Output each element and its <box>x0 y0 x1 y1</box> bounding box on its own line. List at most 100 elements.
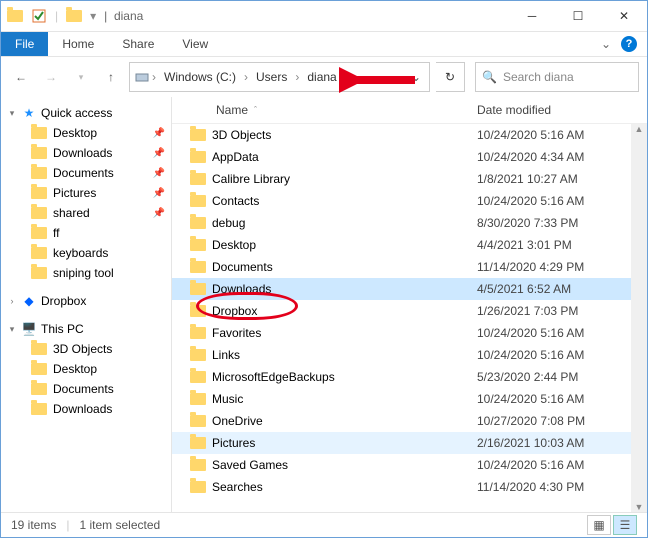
tab-view[interactable]: View <box>168 32 222 56</box>
minimize-button[interactable]: ─ <box>509 1 555 31</box>
folder-icon <box>31 341 47 357</box>
back-button[interactable]: ← <box>9 65 33 89</box>
file-row[interactable]: debug8/30/2020 7:33 PM <box>172 212 647 234</box>
chevron-down-icon[interactable]: ▾ <box>7 108 17 119</box>
recent-dropdown-icon[interactable]: ▾ <box>69 65 93 89</box>
file-row[interactable]: Contacts10/24/2020 5:16 AM <box>172 190 647 212</box>
file-row[interactable]: Favorites10/24/2020 5:16 AM <box>172 322 647 344</box>
folder-icon <box>31 145 47 161</box>
folder-icon <box>190 413 206 429</box>
help-icon[interactable]: ? <box>621 36 637 52</box>
sidebar-item[interactable]: Documents📌 <box>1 163 171 183</box>
file-list[interactable]: ▲▼ 3D Objects10/24/2020 5:16 AMAppData10… <box>172 124 647 512</box>
sidebar-item[interactable]: ff <box>1 223 171 243</box>
file-row[interactable]: Downloads4/5/2021 6:52 AM <box>172 278 647 300</box>
refresh-button[interactable]: ↻ <box>436 62 465 92</box>
file-row[interactable]: Searches11/14/2020 4:30 PM <box>172 476 647 498</box>
file-row[interactable]: Saved Games10/24/2020 5:16 AM <box>172 454 647 476</box>
file-name: Calibre Library <box>212 172 290 186</box>
file-name: Contacts <box>212 194 259 208</box>
folder-icon <box>31 401 47 417</box>
file-row[interactable]: Documents11/14/2020 4:29 PM <box>172 256 647 278</box>
file-date: 5/23/2020 2:44 PM <box>477 370 647 384</box>
chevron-right-icon[interactable]: › <box>152 70 156 84</box>
sidebar-quick-access[interactable]: ▾ ★ Quick access <box>1 103 171 123</box>
body: ▾ ★ Quick access Desktop📌Downloads📌Docum… <box>1 97 647 512</box>
file-row[interactable]: 3D Objects10/24/2020 5:16 AM <box>172 124 647 146</box>
file-name: debug <box>212 216 245 230</box>
folder-icon <box>31 185 47 201</box>
chevron-right-icon[interactable]: › <box>244 70 248 84</box>
sidebar-item[interactable]: Desktop <box>1 359 171 379</box>
file-date: 4/4/2021 3:01 PM <box>477 238 647 252</box>
sidebar-item[interactable]: Desktop📌 <box>1 123 171 143</box>
sidebar-item[interactable]: Documents <box>1 379 171 399</box>
file-name: Links <box>212 348 240 362</box>
close-button[interactable]: ✕ <box>601 1 647 31</box>
address-dropdown-icon[interactable]: ⌄ <box>407 70 425 84</box>
tab-file[interactable]: File <box>1 32 48 56</box>
chevron-right-icon[interactable]: › <box>295 70 299 84</box>
sidebar-item[interactable]: Downloads📌 <box>1 143 171 163</box>
folder-icon <box>190 369 206 385</box>
sidebar-this-pc[interactable]: ▾ 🖥️ This PC <box>1 319 171 339</box>
file-date: 10/24/2020 5:16 AM <box>477 348 647 362</box>
column-headers: Name ˆ Date modified <box>172 97 647 124</box>
file-row[interactable]: Desktop 4/4/2021 3:01 PM <box>172 234 647 256</box>
folder-icon <box>190 127 206 143</box>
folder-icon <box>190 215 206 231</box>
address-bar[interactable]: › Windows (C:) › Users › diana ⌄ <box>129 62 430 92</box>
sidebar-item[interactable]: 3D Objects <box>1 339 171 359</box>
file-row[interactable]: AppData10/24/2020 4:34 AM <box>172 146 647 168</box>
breadcrumb-users[interactable]: Users <box>250 70 293 84</box>
content-pane: Name ˆ Date modified ▲▼ 3D Objects10/24/… <box>172 97 647 512</box>
file-date: 1/8/2021 10:27 AM <box>477 172 647 186</box>
folder-icon <box>190 303 206 319</box>
file-name: MicrosoftEdgeBackups <box>212 370 335 384</box>
file-row[interactable]: Pictures2/16/2021 10:03 AM <box>172 432 647 454</box>
sidebar-item[interactable]: sniping tool <box>1 263 171 283</box>
folder-icon <box>31 361 47 377</box>
ribbon-collapse-icon[interactable]: ⌄ <box>601 37 611 51</box>
chevron-right-icon[interactable]: › <box>7 296 17 306</box>
sidebar-dropbox[interactable]: › ◆ Dropbox <box>1 291 171 311</box>
maximize-button[interactable]: ☐ <box>555 1 601 31</box>
folder-icon <box>190 457 206 473</box>
file-name: Desktop <box>212 238 256 252</box>
pin-icon: 📌 <box>153 128 165 139</box>
quick-access-toolbar: | ▾ <box>1 8 96 24</box>
drive-icon <box>134 69 150 85</box>
sidebar-item[interactable]: keyboards <box>1 243 171 263</box>
sort-asc-icon: ˆ <box>254 105 257 115</box>
view-large-icons-button[interactable]: ▦ <box>587 515 611 535</box>
scrollbar[interactable]: ▲▼ <box>631 124 647 512</box>
sidebar-item[interactable]: Downloads <box>1 399 171 419</box>
view-details-button[interactable]: ☰ <box>613 515 637 535</box>
sidebar-item[interactable]: shared📌 <box>1 203 171 223</box>
file-name: Saved Games <box>212 458 288 472</box>
status-selected: 1 item selected <box>79 518 160 532</box>
search-icon: 🔍 <box>482 70 497 84</box>
search-placeholder: Search diana <box>503 70 574 84</box>
file-row[interactable]: MicrosoftEdgeBackups 5/23/2020 2:44 PM <box>172 366 647 388</box>
breadcrumb-current[interactable]: diana <box>301 70 342 84</box>
sidebar-item[interactable]: Pictures📌 <box>1 183 171 203</box>
forward-button[interactable]: → <box>39 65 63 89</box>
file-date: 11/14/2020 4:30 PM <box>477 480 647 494</box>
column-name[interactable]: Name ˆ <box>172 103 477 117</box>
folder-icon <box>31 381 47 397</box>
search-box[interactable]: 🔍 Search diana <box>475 62 639 92</box>
tab-share[interactable]: Share <box>108 32 168 56</box>
file-row[interactable]: Links 10/24/2020 5:16 AM <box>172 344 647 366</box>
properties-check-icon[interactable] <box>31 8 47 24</box>
breadcrumb-drive[interactable]: Windows (C:) <box>158 70 242 84</box>
chevron-down-icon[interactable]: ▾ <box>7 324 17 335</box>
file-row[interactable]: Calibre Library 1/8/2021 10:27 AM <box>172 168 647 190</box>
column-date[interactable]: Date modified <box>477 103 647 117</box>
up-button[interactable]: ↑ <box>99 65 123 89</box>
file-row[interactable]: Music10/24/2020 5:16 AM <box>172 388 647 410</box>
tab-home[interactable]: Home <box>48 32 108 56</box>
file-row[interactable]: OneDrive10/27/2020 7:08 PM <box>172 410 647 432</box>
file-row[interactable]: Dropbox1/26/2021 7:03 PM <box>172 300 647 322</box>
folder-icon <box>190 193 206 209</box>
